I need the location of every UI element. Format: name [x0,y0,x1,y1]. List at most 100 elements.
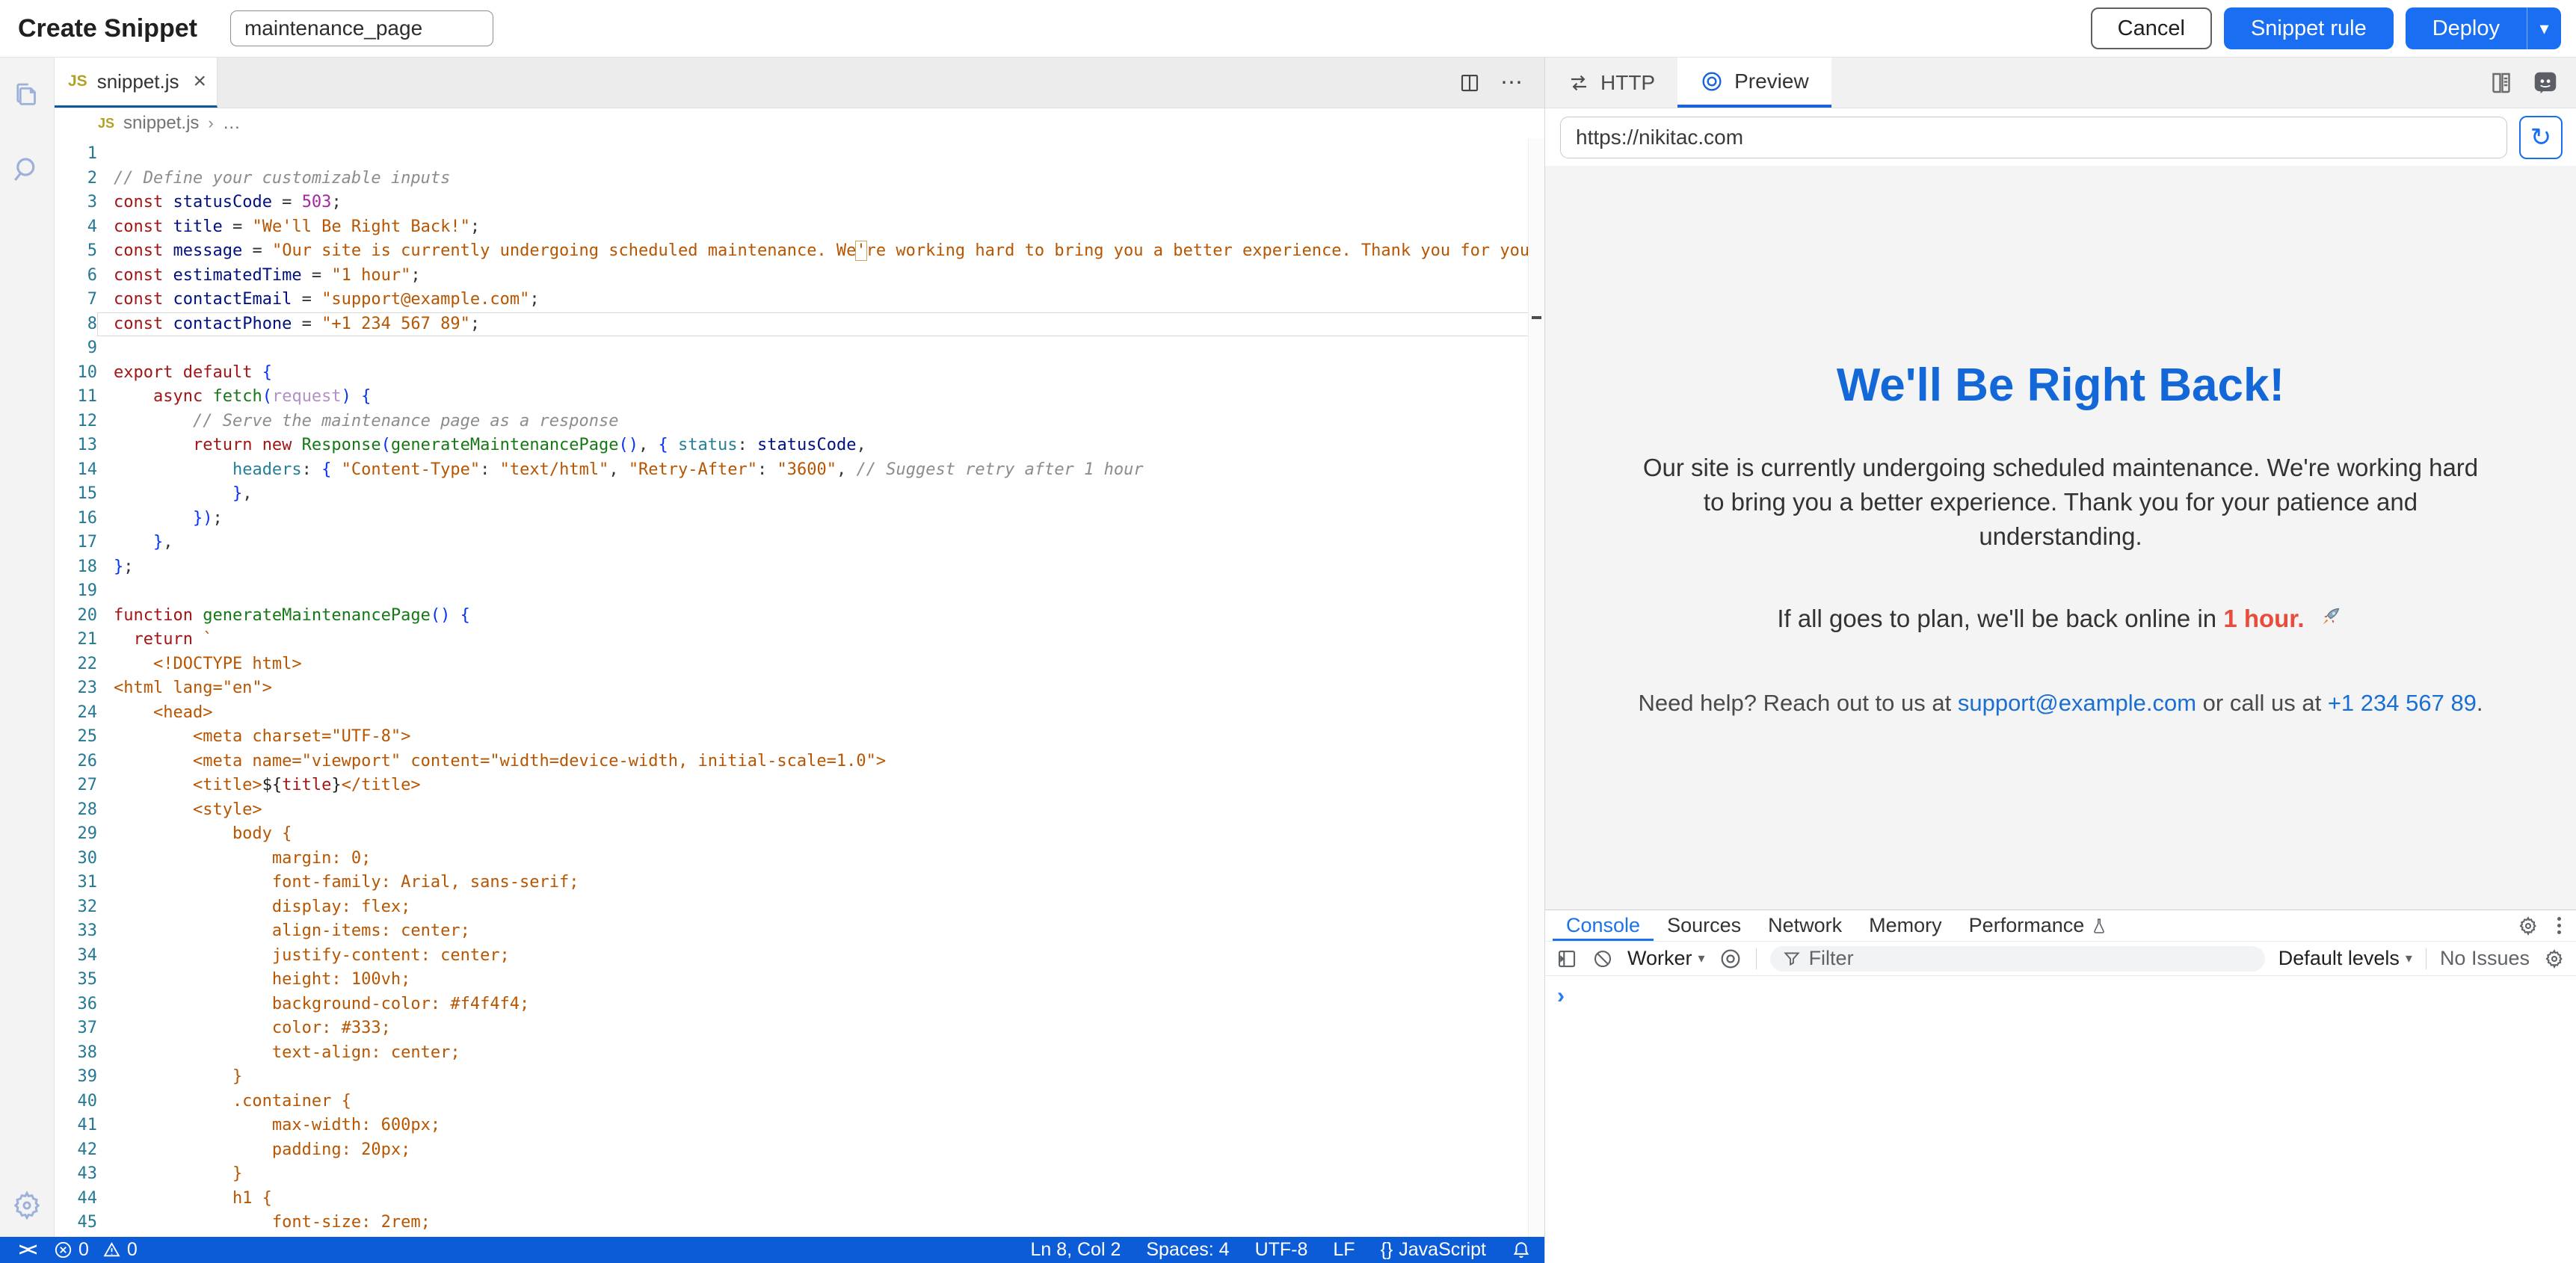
console-filter-input[interactable]: Filter [1770,946,2265,972]
code-line[interactable]: 39 } [55,1065,1544,1090]
devtools-more-menu-icon[interactable] [2557,917,2561,934]
devtools-panel: ConsoleSourcesNetworkMemoryPerformance [1545,910,2576,1263]
code-line[interactable]: 4const title = "We'll Be Right Back!"; [55,215,1544,240]
tab-preview[interactable]: Preview [1677,58,1831,108]
discord-chat-icon[interactable] [2531,69,2560,97]
line-number: 23 [55,676,97,701]
code-line[interactable]: 28 <style> [55,798,1544,823]
snippet-rule-button[interactable]: Snippet rule [2224,7,2394,49]
code-line[interactable]: 21 return ` [55,628,1544,652]
code-line[interactable]: 33 align-items: center; [55,919,1544,944]
code-line[interactable]: 17 }, [55,531,1544,555]
code-line[interactable]: 31 font-family: Arial, sans-serif; [55,871,1544,895]
phone-link[interactable]: +1 234 567 89 [2328,690,2477,716]
snippet-name-input[interactable] [230,10,493,46]
settings-gear-icon[interactable] [10,1189,43,1222]
code-line[interactable]: 12 // Serve the maintenance page as a re… [55,410,1544,434]
close-tab-icon[interactable]: × [194,69,207,94]
code-line[interactable]: 14 headers: { "Content-Type": "text/html… [55,458,1544,483]
code-line[interactable]: 38 text-align: center; [55,1041,1544,1066]
code-line[interactable]: 41 max-width: 600px; [55,1114,1544,1138]
support-email-link[interactable]: support@example.com [1958,690,2196,716]
devtools-tab-network[interactable]: Network [1754,910,1855,941]
code-line[interactable]: 30 margin: 0; [55,847,1544,871]
devtools-tab-performance[interactable]: Performance [1956,910,2122,941]
devtools-settings-gear-icon[interactable] [2517,915,2539,937]
code-line[interactable]: 36 background-color: #f4f4f4; [55,992,1544,1017]
code-line[interactable]: 1 [55,142,1544,167]
deploy-split-button: Deploy ▾ [2406,7,2561,49]
code-line[interactable]: 10export default { [55,361,1544,386]
remote-indicator-icon[interactable]: >< [0,1237,54,1263]
notifications-bell-icon[interactable] [1512,1241,1531,1260]
eol-setting[interactable]: LF [1333,1239,1355,1261]
code-line[interactable]: 8const contactPhone = "+1 234 567 89"; [55,312,1544,337]
code-area[interactable]: 12// Define your customizable inputs3con… [55,138,1544,1237]
language-mode[interactable]: {} JavaScript [1381,1239,1486,1261]
tab-snippet-js[interactable]: JS snippet.js × [55,58,218,108]
code-line[interactable]: 24 <head> [55,701,1544,726]
live-expression-eye-icon[interactable] [1719,947,1743,971]
code-line[interactable]: 40 .container { [55,1090,1544,1114]
code-line[interactable]: 11 async fetch(request) { [55,385,1544,410]
code-line[interactable]: 43 } [55,1162,1544,1187]
docs-book-icon[interactable] [2488,70,2515,96]
code-line[interactable]: 37 color: #333; [55,1016,1544,1041]
console-settings-gear-icon[interactable] [2543,948,2566,970]
code-line[interactable]: 18}; [55,555,1544,580]
code-line[interactable]: 20function generateMaintenancePage() { [55,604,1544,629]
issues-counter[interactable]: No Issues [2440,947,2530,970]
code-line[interactable]: 7const contactEmail = "support@example.c… [55,288,1544,312]
breadcrumb[interactable]: JS snippet.js › … [55,108,1544,138]
search-icon[interactable] [10,153,43,186]
devtools-tab-sources[interactable]: Sources [1654,910,1754,941]
indentation-setting[interactable]: Spaces: 4 [1146,1239,1229,1261]
console-sidebar-toggle-icon[interactable] [1556,948,1578,970]
deploy-button[interactable]: Deploy [2406,7,2527,49]
deploy-dropdown-caret[interactable]: ▾ [2527,7,2561,49]
log-levels-dropdown[interactable]: Default levels▾ [2278,947,2412,970]
code-line[interactable]: 19 [55,579,1544,604]
code-line[interactable]: 44 h1 { [55,1187,1544,1211]
split-editor-icon[interactable] [1458,72,1481,94]
code-line[interactable]: 46 color: #0056b3; [55,1235,1544,1238]
cursor-position[interactable]: Ln 8, Col 2 [1030,1239,1121,1261]
code-line[interactable]: 42 padding: 20px; [55,1138,1544,1163]
code-line[interactable]: 15 }, [55,482,1544,507]
code-line[interactable]: 16 }); [55,507,1544,531]
code-line[interactable]: 32 display: flex; [55,895,1544,920]
code-line[interactable]: 45 font-size: 2rem; [55,1211,1544,1235]
code-line[interactable]: 29 body { [55,822,1544,847]
code-line[interactable]: 25 <meta charset="UTF-8"> [55,725,1544,750]
code-line[interactable]: 23<html lang="en"> [55,676,1544,701]
code-line[interactable]: 22 <!DOCTYPE html> [55,652,1544,677]
devtools-tab-memory[interactable]: Memory [1855,910,1956,941]
url-input[interactable] [1560,117,2507,158]
refresh-button[interactable]: ↻ [2519,116,2563,159]
console-output[interactable]: › [1545,976,2576,1263]
code-line[interactable]: 35 height: 100vh; [55,968,1544,992]
clear-console-icon[interactable] [1591,948,1614,970]
line-number: 2 [55,167,97,191]
code-line[interactable]: 6const estimatedTime = "1 hour"; [55,264,1544,288]
code-line[interactable]: 34 justify-content: center; [55,944,1544,969]
code-line[interactable]: 27 <title>${title}</title> [55,773,1544,798]
context-selector[interactable]: Worker▾ [1627,947,1705,970]
breadcrumb-file[interactable]: snippet.js [123,113,199,134]
breadcrumb-symbol[interactable]: … [223,113,241,134]
tab-http[interactable]: HTTP [1545,58,1677,108]
code-line[interactable]: 13 return new Response(generateMaintenan… [55,433,1544,458]
console-prompt[interactable]: › [1557,985,2564,1007]
editor-scrollbar[interactable] [1528,138,1544,1237]
code-line[interactable]: 3const statusCode = 503; [55,191,1544,215]
code-line[interactable]: 26 <meta name="viewport" content="width=… [55,750,1544,774]
cancel-button[interactable]: Cancel [2091,7,2212,49]
code-line[interactable]: 5const message = "Our site is currently … [55,239,1544,264]
more-actions-icon[interactable]: ⋯ [1500,70,1525,96]
code-line[interactable]: 2// Define your customizable inputs [55,167,1544,191]
encoding-setting[interactable]: UTF-8 [1255,1239,1308,1261]
code-line[interactable]: 9 [55,336,1544,361]
devtools-tab-console[interactable]: Console [1553,910,1654,941]
problems-indicator[interactable]: 0 0 [54,1239,138,1261]
files-icon[interactable] [10,78,43,111]
